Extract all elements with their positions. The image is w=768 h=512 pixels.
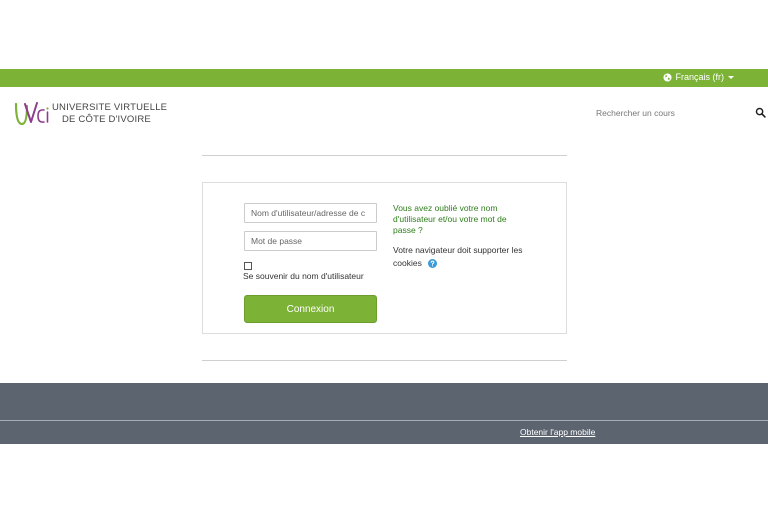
username-input[interactable]	[244, 203, 377, 223]
login-button[interactable]: Connexion	[244, 295, 377, 323]
globe-icon	[663, 72, 673, 82]
language-menu[interactable]: Français (fr)	[663, 72, 734, 82]
help-icon[interactable]	[428, 259, 438, 269]
course-search	[596, 106, 768, 120]
site-header: UNIVERSITE VIRTUELLE DE CÔTE D'IVOIRE	[0, 87, 768, 137]
cookies-notice: Votre navigateur doit supporter les cook…	[393, 244, 523, 270]
site-name-line-1: UNIVERSITE VIRTUELLE	[52, 102, 168, 113]
mobile-app-link[interactable]: Obtenir l'app mobile	[520, 427, 595, 437]
uvci-logo-mark	[14, 102, 49, 126]
login-card: Se souvenir du nom d'utilisateur Connexi…	[202, 182, 567, 334]
site-name: UNIVERSITE VIRTUELLE DE CÔTE D'IVOIRE	[52, 102, 167, 126]
language-label: Français (fr)	[675, 72, 724, 82]
search-input[interactable]	[596, 106, 746, 120]
top-navbar: Français (fr)	[0, 69, 768, 87]
divider-top	[202, 155, 567, 156]
remember-username-checkbox[interactable]	[244, 262, 252, 270]
site-name-line-2: DE CÔTE D'IVOIRE	[62, 114, 151, 125]
login-page: Français (fr) UNIVERSITE VIRTUELLE DE CÔ…	[0, 0, 768, 512]
forgot-credentials-link[interactable]: Vous avez oublié votre nom d'utilisateur…	[393, 203, 523, 236]
cookies-notice-text: Votre navigateur doit supporter les cook…	[393, 245, 523, 268]
chevron-down-icon	[728, 75, 734, 79]
search-icon[interactable]	[755, 107, 766, 118]
divider-bottom	[202, 360, 567, 361]
site-logo[interactable]: UNIVERSITE VIRTUELLE DE CÔTE D'IVOIRE	[14, 100, 167, 128]
footer-divider	[0, 420, 768, 421]
page-footer: Obtenir l'app mobile	[0, 383, 768, 444]
remember-username-label[interactable]: Se souvenir du nom d'utilisateur	[243, 271, 364, 281]
password-input[interactable]	[244, 231, 377, 251]
